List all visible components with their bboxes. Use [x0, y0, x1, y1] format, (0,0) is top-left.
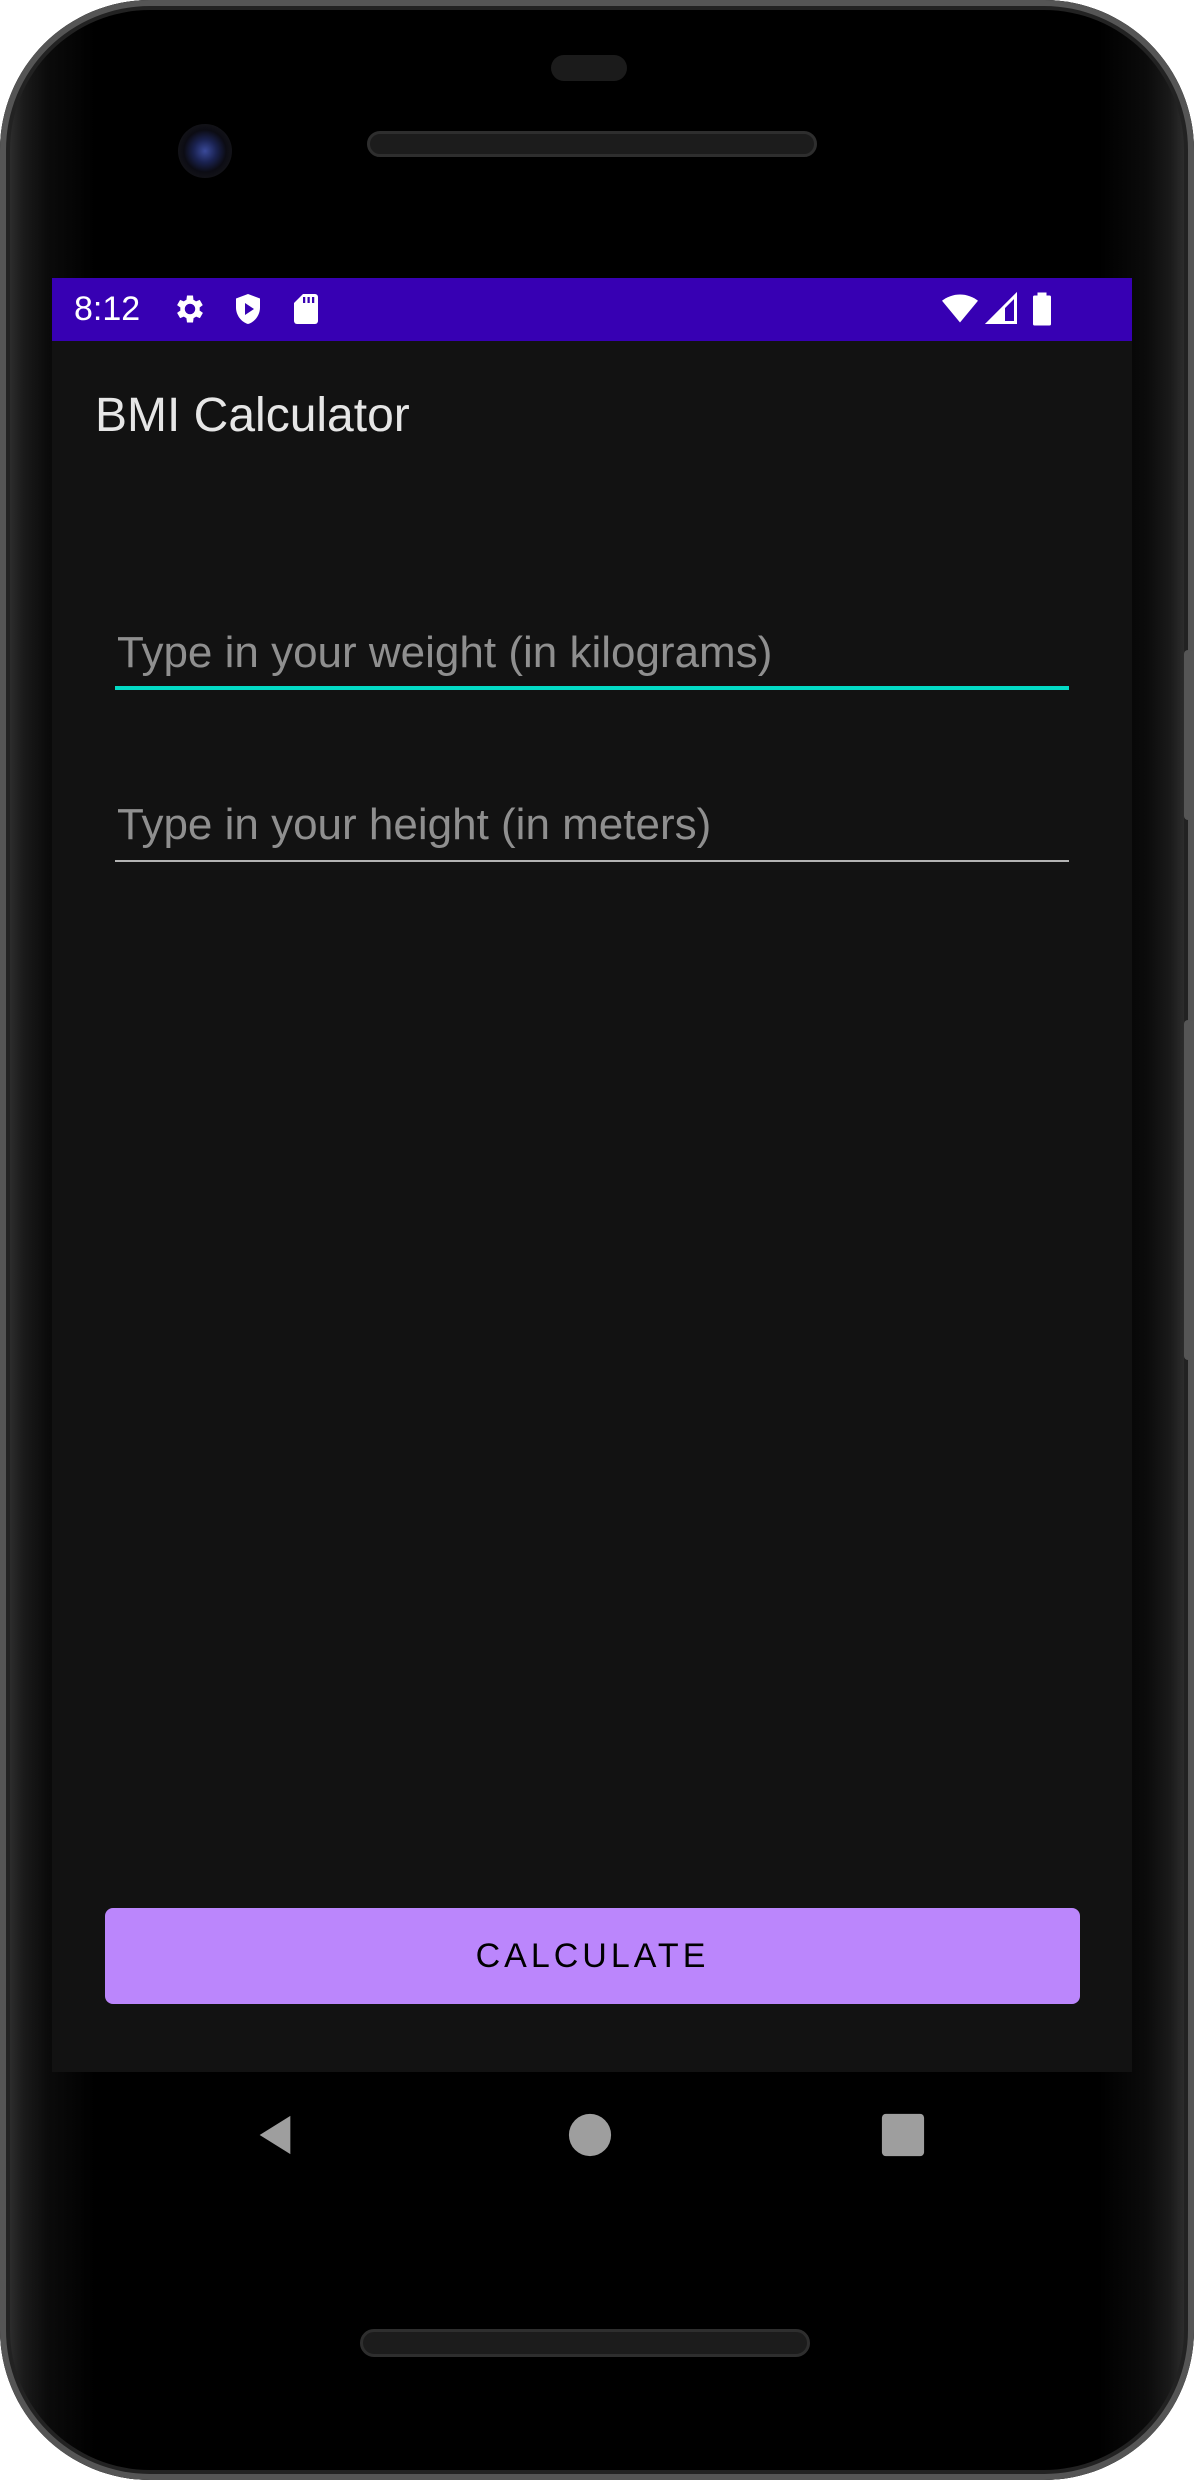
- app-screen: 8:12 BMI Calculator Type in your weight …: [52, 278, 1132, 2072]
- wifi-icon: [942, 294, 978, 323]
- home-icon[interactable]: [567, 2112, 613, 2158]
- calculate-button[interactable]: CALCULATE: [105, 1908, 1080, 2004]
- gear-icon: [177, 295, 203, 323]
- power-button: [1184, 650, 1194, 820]
- status-bar: 8:12: [52, 278, 1132, 341]
- cell-signal-icon: [984, 291, 1017, 324]
- bottom-speaker: [360, 2329, 810, 2357]
- volume-button: [1184, 1020, 1194, 1360]
- height-field-underline: [115, 860, 1069, 862]
- front-camera: [178, 124, 232, 178]
- back-icon[interactable]: [252, 2112, 298, 2158]
- earpiece-speaker: [367, 131, 817, 157]
- phone-frame: 8:12 BMI Calculator Type in your weight …: [0, 0, 1194, 2480]
- navigation-bar: [52, 2072, 1132, 2202]
- height-field[interactable]: [115, 792, 1069, 862]
- app-title: BMI Calculator: [95, 389, 410, 442]
- sd-card-icon: [294, 294, 318, 324]
- proximity-sensor: [551, 55, 627, 81]
- shield-play-icon: [236, 294, 260, 324]
- height-input[interactable]: [115, 792, 1069, 858]
- weight-input[interactable]: [115, 620, 1069, 686]
- weight-field[interactable]: [115, 620, 1069, 690]
- battery-icon: [1033, 292, 1051, 326]
- status-time: 8:12: [74, 290, 141, 328]
- weight-field-underline: [115, 686, 1069, 690]
- recents-icon[interactable]: [880, 2112, 926, 2158]
